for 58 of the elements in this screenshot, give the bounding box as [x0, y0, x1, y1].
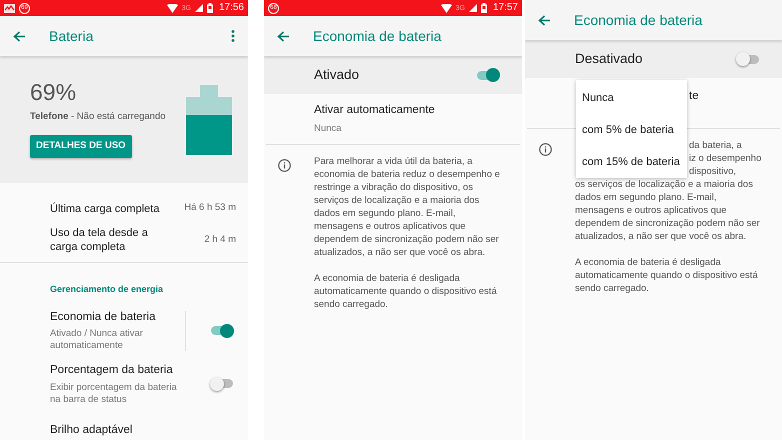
usage-details-button[interactable]: DETALHES DE USO — [30, 134, 132, 158]
setting-title: Economia de bateria — [50, 310, 156, 325]
wifi-icon — [166, 4, 178, 12]
master-switch-bar[interactable]: Desativado — [525, 40, 782, 78]
activity-icon — [4, 4, 15, 12]
stat-label: Última carga completa — [50, 202, 160, 216]
charging-status: Telefone - Não está carregando — [30, 110, 167, 124]
info-paragraph: A economia de bateria é desligada automaticamente quando o dispositivo está sendo carregado. — [314, 272, 498, 311]
battery-icon — [206, 3, 213, 13]
preference-title: te — [689, 89, 699, 104]
back-arrow-icon[interactable] — [538, 14, 550, 26]
info-paragraph: Para melhorar a vida útil da bateria, a economia de bateria reduz o desempenho e restringe a vibração do dispositivo, os serviços de localização e a maioria dos dados em segundo plano. E-mail, mensagens e outros aplicativos que dependem de sincronização podem não ser atualizados, a não ser que você os abra. — [314, 155, 500, 259]
toolbar-title: Bateria — [49, 26, 94, 46]
setting-title: Brilho adaptável — [50, 424, 132, 436]
toolbar-title: Economia de bateria — [313, 26, 442, 46]
info-text-line: dispositivo, — [689, 165, 736, 178]
signal-icon — [194, 4, 203, 12]
toolbar-title: Economia de bateria — [574, 10, 704, 30]
info-icon — [539, 143, 552, 156]
menu-item[interactable]: com 5% de bateria — [576, 114, 687, 146]
menu-item[interactable]: Nunca — [576, 82, 687, 114]
status-time: 17:57 — [492, 3, 518, 13]
info-paragraph: os serviços de localização e a maioria dos dados em segundo plano. E-mail, mensagens e outros aplicativos que dependem de sincronização podem não ser atualizados, a não ser que você os abra. — [575, 178, 761, 243]
preference-title: Ativar automaticamente — [314, 102, 436, 118]
setting-row[interactable]: Porcentagem da bateria Exibir porcentagem da bateria na barra de status — [0, 357, 248, 410]
info-text-line: iz o desempenho — [689, 152, 762, 165]
setting-title: Porcentagem da bateria — [50, 363, 174, 378]
stat-value: 2 h 4 m — [204, 232, 236, 247]
master-switch-label: Desativado — [575, 50, 644, 68]
stat-label: Uso da tela desde a carga completa — [50, 226, 149, 254]
section-header: Gerenciamento de energia — [50, 284, 164, 294]
info-paragraph: A economia de bateria é desligada automaticamente quando o dispositivo está sendo carregado. — [575, 256, 759, 295]
back-arrow-icon[interactable] — [13, 30, 25, 42]
setting-summary: Exibir porcentagem da bateria na barra de status — [50, 382, 178, 406]
toggle-switch[interactable] — [476, 68, 500, 82]
stat-value: Há 6 h 53 m — [184, 201, 236, 216]
toggle-switch[interactable] — [210, 376, 234, 391]
more-options-icon[interactable] — [231, 30, 235, 42]
menu-item[interactable]: com 15% de bateria — [576, 146, 687, 178]
stat-row[interactable]: Uso da tela desde a carga completa 2 h 4 m — [0, 224, 248, 256]
stat-row[interactable]: Última carga completa Há 6 h 53 m — [0, 193, 248, 224]
battery-icon — [480, 3, 487, 13]
preference-value: Nunca — [314, 122, 342, 136]
master-switch-bar[interactable]: Ativado — [264, 56, 522, 94]
back-arrow-icon[interactable] — [277, 30, 289, 42]
setting-row[interactable]: Economia de bateria Ativado / Nunca ativar automaticamente — [0, 304, 248, 358]
info-text-line: da bateria, a — [689, 139, 742, 152]
toggle-switch[interactable] — [736, 52, 760, 66]
master-switch-label: Ativado — [314, 66, 360, 84]
wifi-icon — [440, 4, 452, 12]
preference-row[interactable]: Ativar automaticamente Nunca — [264, 94, 522, 144]
setting-summary: Ativado / Nunca ativar automaticamente — [50, 328, 144, 352]
battery-level-icon — [186, 84, 232, 154]
battery-percent: 69% — [30, 81, 78, 104]
status-time: 17:56 — [218, 3, 244, 13]
info-icon — [278, 159, 291, 172]
toggle-switch[interactable] — [210, 324, 234, 338]
signal-icon — [468, 4, 477, 12]
